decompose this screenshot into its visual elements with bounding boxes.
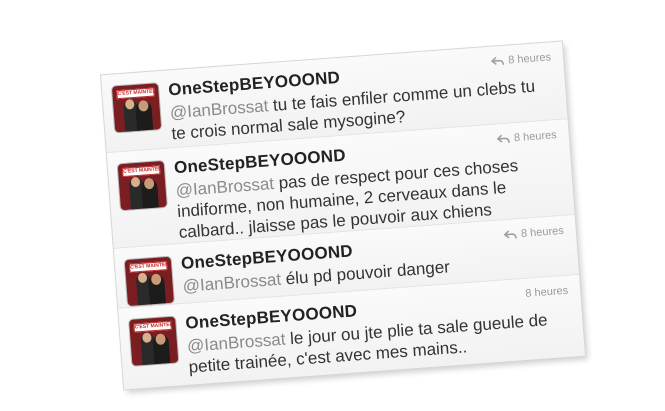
tweet-mention[interactable]: @IanBrossat <box>182 270 282 296</box>
avatar[interactable]: C'EST MAINTENANT <box>111 83 162 133</box>
avatar-banner: C'EST MAINTENANT <box>133 320 172 333</box>
avatar-banner: C'EST MAINTENANT <box>116 87 155 100</box>
reply-icon[interactable] <box>491 56 505 67</box>
reply-icon[interactable] <box>496 134 511 145</box>
reply-icon[interactable] <box>503 229 518 240</box>
avatar-banner: C'EST MAINTENANT <box>121 165 161 178</box>
screenshot-stage: C'EST MAINTENANT 8 heures OneStepBEYOOON… <box>0 0 665 411</box>
avatar[interactable]: C'EST MAINTENANT <box>117 160 167 211</box>
tweet-list: C'EST MAINTENANT 8 heures OneStepBEYOOON… <box>101 41 585 390</box>
avatar-banner: C'EST MAINTENANT <box>128 261 168 273</box>
avatar[interactable]: C'EST MAINTENANT <box>124 256 174 306</box>
avatar[interactable]: C'EST MAINTENANT <box>129 316 179 366</box>
